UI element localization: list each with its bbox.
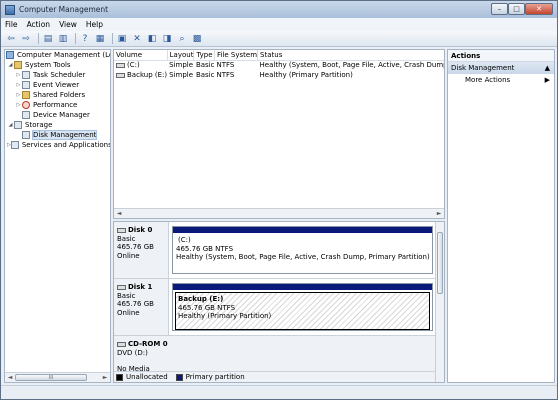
expand-arrow-icon[interactable]: ▷ bbox=[15, 102, 22, 108]
title-bar[interactable]: Computer Management – □ ✕ bbox=[1, 1, 557, 18]
column-header-file-system[interactable]: File System bbox=[214, 50, 259, 61]
expand-arrow-icon[interactable]: ▷ bbox=[15, 82, 22, 88]
cdrom-label: CD-ROM 0 DVD (D:) No Media bbox=[114, 336, 435, 373]
collapse-arrow-icon[interactable]: ◢ bbox=[7, 122, 14, 128]
tree-item-performance[interactable]: ▷ Performance bbox=[5, 100, 110, 110]
folder-icon bbox=[22, 91, 30, 99]
disk-label: Disk 0 Basic 465.76 GB Online bbox=[114, 222, 169, 278]
tree-item-shared-folders[interactable]: ▷ Shared Folders bbox=[5, 90, 110, 100]
expand-arrow-icon[interactable]: ▷ bbox=[15, 92, 22, 98]
submenu-arrow-icon: ▶ bbox=[544, 76, 550, 84]
disk-icon[interactable]: ▩ bbox=[191, 33, 203, 45]
tree-item-device-manager[interactable]: Device Manager bbox=[5, 110, 110, 120]
unallocated-swatch bbox=[116, 373, 123, 381]
show-hide-tree-icon[interactable]: ▥ bbox=[57, 33, 69, 45]
app-icon bbox=[5, 4, 15, 15]
disk-icon bbox=[117, 284, 126, 290]
menu-help[interactable]: Help bbox=[86, 20, 103, 29]
volume-list: Volume Layout Type File System Status (C… bbox=[113, 49, 445, 219]
properties-icon[interactable]: ▣ bbox=[116, 33, 128, 45]
collapse-arrow-icon[interactable]: ▲ bbox=[545, 64, 550, 72]
volume-table: Volume Layout Type File System Status (C… bbox=[114, 50, 444, 80]
tree-item-system-tools[interactable]: ◢ System Tools bbox=[5, 60, 110, 70]
forward-arrow-icon[interactable]: ⇨ bbox=[20, 33, 32, 45]
drive-icon bbox=[116, 72, 125, 78]
primary-swatch bbox=[175, 373, 183, 381]
scroll-right-icon[interactable]: ► bbox=[434, 209, 444, 219]
storage-icon bbox=[14, 121, 22, 129]
tools-icon bbox=[14, 61, 22, 69]
search-icon[interactable]: ⌕ bbox=[176, 33, 188, 45]
window-title: Computer Management bbox=[19, 5, 109, 14]
scroll-thumb[interactable] bbox=[437, 232, 443, 294]
computer-icon bbox=[6, 51, 14, 59]
event-log-icon bbox=[22, 81, 30, 89]
actions-section-disk-management[interactable]: Disk Management ▲ bbox=[448, 62, 554, 74]
partition-c[interactable]: (C:) 465.76 GB NTFS Healthy (System, Boo… bbox=[172, 226, 433, 274]
tree-item-services[interactable]: ▷ Services and Applications bbox=[5, 140, 110, 150]
tree-item-root[interactable]: Computer Management (Local bbox=[5, 50, 110, 60]
tree-item-disk-management[interactable]: Disk Management bbox=[5, 130, 110, 140]
legend: Unallocated Primary partition bbox=[114, 371, 435, 382]
actions-pane: Actions Disk Management ▲ More Actions ▶ bbox=[447, 49, 555, 383]
back-arrow-icon[interactable]: ⇦ bbox=[5, 33, 17, 45]
device-manager-icon bbox=[22, 111, 30, 119]
menu-bar: File Action View Help bbox=[1, 18, 557, 31]
console-icon[interactable]: ▦ bbox=[94, 33, 106, 45]
cdrom-row[interactable]: CD-ROM 0 DVD (D:) No Media bbox=[114, 336, 435, 373]
actions-header: Actions bbox=[448, 50, 554, 62]
menu-action[interactable]: Action bbox=[27, 20, 51, 29]
main-window: Computer Management – □ ✕ File Action Vi… bbox=[0, 0, 558, 400]
column-header-layout[interactable]: Layout bbox=[167, 50, 195, 61]
disk-row[interactable]: Disk 1 Basic 465.76 GB Online Backup (E:… bbox=[114, 279, 435, 336]
disk-vertical-scrollbar[interactable] bbox=[435, 222, 444, 382]
volume-horizontal-scrollbar[interactable]: ◄ ► bbox=[114, 208, 444, 218]
expand-arrow-icon[interactable]: ▷ bbox=[15, 72, 22, 78]
minimize-button[interactable]: – bbox=[491, 3, 508, 15]
disk-graphical-view: Disk 0 Basic 465.76 GB Online (C:) 465.7… bbox=[113, 221, 445, 383]
open-icon[interactable]: ◨ bbox=[161, 33, 173, 45]
performance-icon bbox=[22, 101, 30, 109]
menu-view[interactable]: View bbox=[59, 20, 77, 29]
more-actions-item[interactable]: More Actions ▶ bbox=[448, 74, 554, 86]
tree-horizontal-scrollbar[interactable]: ◄ III ► bbox=[5, 372, 110, 382]
services-icon bbox=[10, 141, 19, 149]
disk-icon bbox=[117, 227, 126, 233]
tree-item-event-viewer[interactable]: ▷ Event Viewer bbox=[5, 80, 110, 90]
navigation-tree: Computer Management (Local ◢ System Tool… bbox=[4, 49, 111, 383]
scroll-left-icon[interactable]: ◄ bbox=[114, 209, 124, 219]
export-icon[interactable]: ◧ bbox=[146, 33, 158, 45]
disk-management-icon bbox=[22, 131, 30, 139]
menu-file[interactable]: File bbox=[5, 20, 18, 29]
help-icon[interactable]: ? bbox=[79, 33, 91, 45]
scroll-thumb[interactable]: III bbox=[15, 374, 87, 381]
cdrom-icon bbox=[117, 341, 126, 347]
table-row[interactable]: Backup (E:) Simple Basic NTFS Healthy (P… bbox=[114, 70, 444, 80]
column-header-volume[interactable]: Volume bbox=[114, 50, 168, 61]
maximize-button[interactable]: □ bbox=[508, 3, 525, 15]
tree-item-task-scheduler[interactable]: ▷ Task Scheduler bbox=[5, 70, 110, 80]
disk-label: Disk 1 Basic 465.76 GB Online bbox=[114, 279, 169, 335]
scroll-right-icon[interactable]: ► bbox=[100, 373, 110, 383]
clock-icon bbox=[22, 71, 30, 79]
table-row[interactable]: (C:) Simple Basic NTFS Healthy (System, … bbox=[114, 60, 444, 70]
scroll-left-icon[interactable]: ◄ bbox=[5, 373, 15, 383]
tree-item-storage[interactable]: ◢ Storage bbox=[5, 120, 110, 130]
toolbar: ⇦ ⇨ ▤ ▥ ? ▦ ▣ ✕ ◧ ◨ ⌕ ▩ bbox=[1, 31, 557, 47]
partition-e[interactable]: Backup (E:) 465.76 GB NTFS Healthy (Prim… bbox=[172, 283, 433, 331]
disk-row[interactable]: Disk 0 Basic 465.76 GB Online (C:) 465.7… bbox=[114, 222, 435, 279]
drive-icon bbox=[116, 62, 125, 68]
collapse-arrow-icon[interactable]: ◢ bbox=[7, 62, 14, 68]
delete-icon[interactable]: ✕ bbox=[131, 33, 143, 45]
status-bar bbox=[1, 385, 557, 399]
column-header-type[interactable]: Type bbox=[193, 50, 215, 61]
up-folder-icon[interactable]: ▤ bbox=[42, 33, 54, 45]
column-header-status[interactable]: Status bbox=[257, 50, 444, 61]
close-button[interactable]: ✕ bbox=[525, 3, 553, 15]
